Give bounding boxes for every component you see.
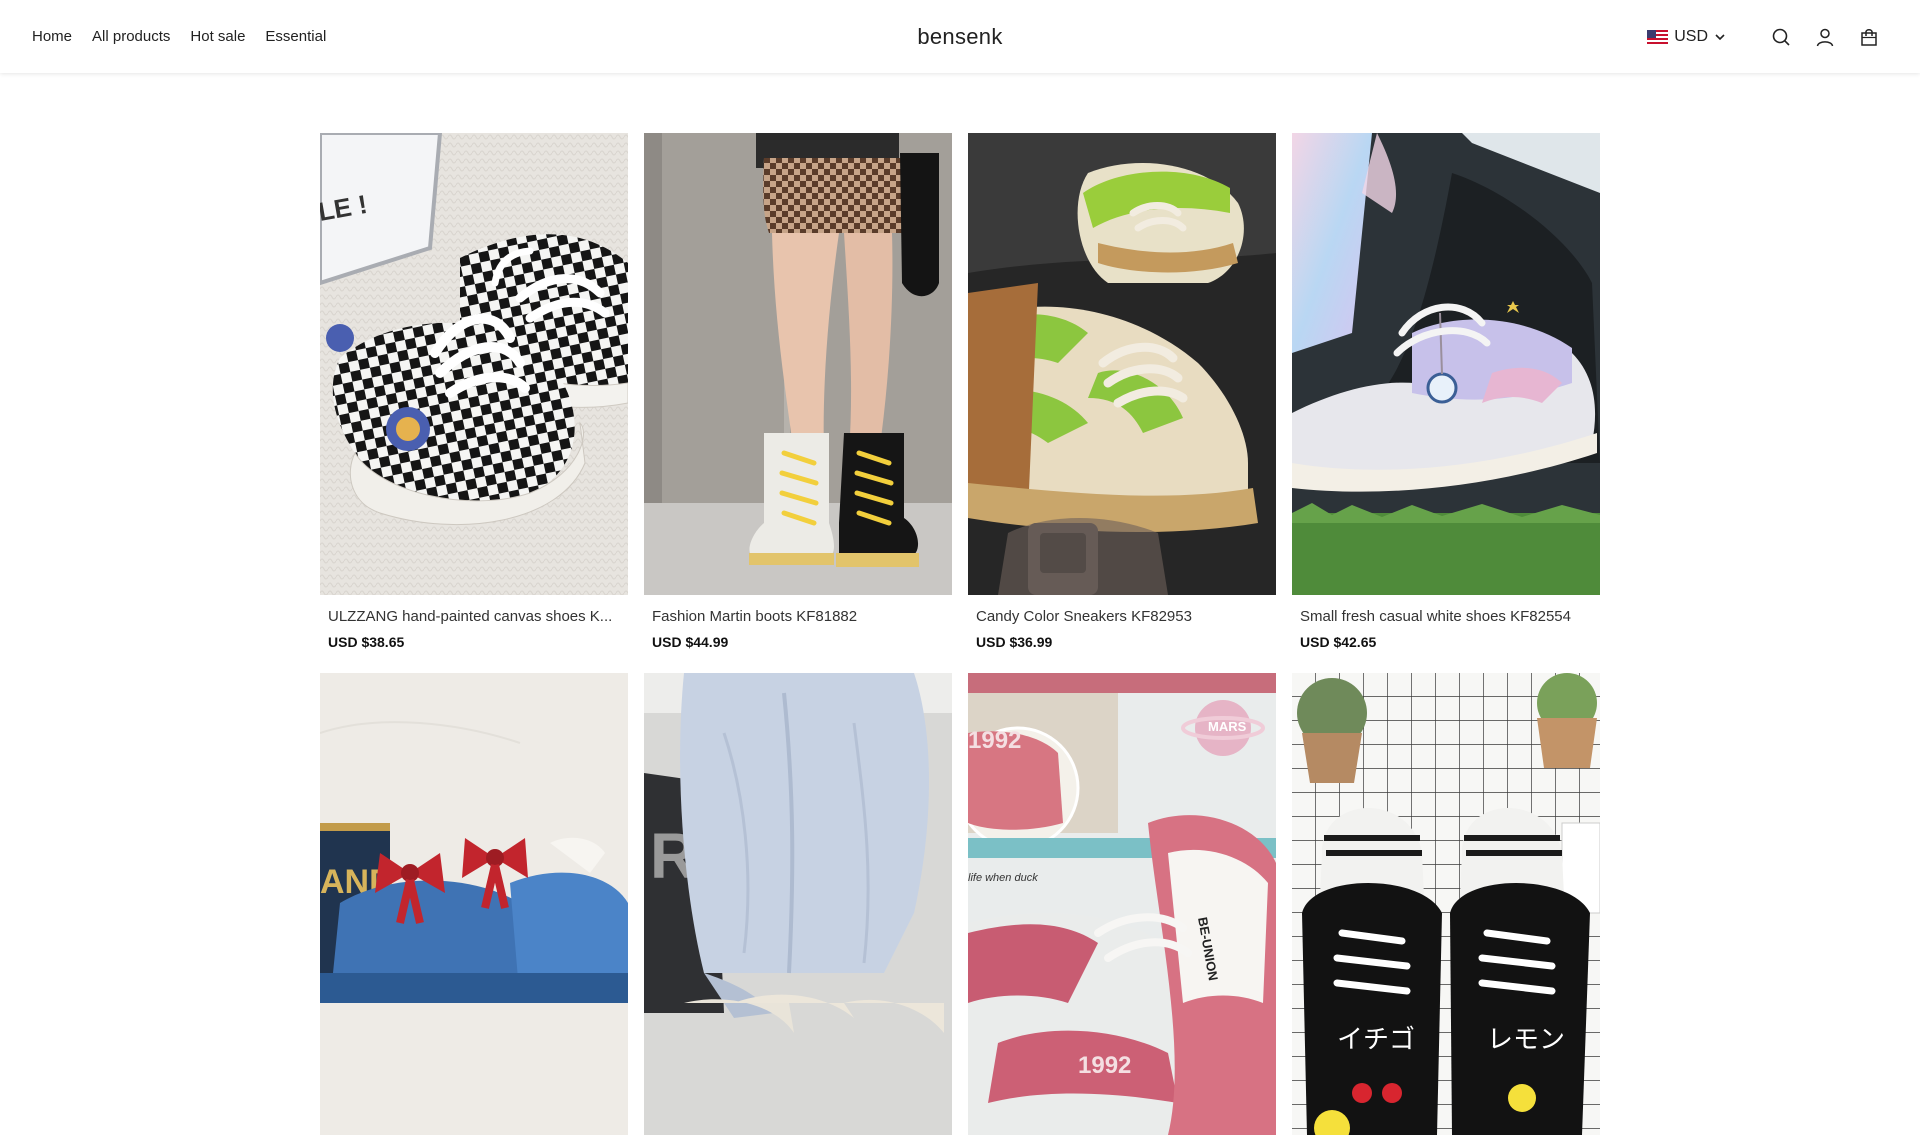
- product-price: USD $36.99: [976, 634, 1053, 650]
- main-nav: Home All products Hot sale Essential: [32, 0, 346, 73]
- product-title[interactable]: Fashion Martin boots KF81882: [652, 607, 944, 627]
- product-info: ULZZANG hand-painted canvas shoes K... U…: [320, 595, 628, 655]
- product-image[interactable]: R: [644, 673, 952, 1135]
- header-actions: USD: [1647, 0, 1880, 73]
- product-price: USD $44.99: [652, 634, 729, 650]
- product-info: Candy Color Sneakers KF82953 USD $36.99: [968, 595, 1276, 655]
- account-button[interactable]: [1814, 26, 1836, 48]
- product-card[interactable]: AND: [320, 673, 628, 1135]
- product-info: Fashion Martin boots KF81882 USD $44.99: [644, 595, 952, 655]
- sneaker-number: 1992: [968, 727, 1021, 754]
- retro-pink-sneakers-image: 1992 life when duck MARS BE-UNION 1992: [968, 673, 1276, 1135]
- nav-all-products-link[interactable]: All products: [92, 28, 170, 45]
- product-grid: LE ! ULZZANG hand-painted canvas shoes K…: [320, 133, 1600, 1135]
- product-card[interactable]: イチゴ レモン: [1292, 673, 1600, 1135]
- currency-label: USD: [1674, 27, 1708, 45]
- us-flag-icon: [1647, 29, 1669, 44]
- left-shoe-text: イチゴ: [1337, 1025, 1415, 1055]
- right-shoe-text: レモン: [1487, 1025, 1565, 1055]
- sole-number: 1992: [1078, 1052, 1131, 1079]
- nav-essential-link[interactable]: Essential: [265, 28, 326, 45]
- product-card[interactable]: LE ! ULZZANG hand-painted canvas shoes K…: [320, 133, 628, 655]
- search-icon: [1772, 28, 1790, 46]
- product-price: USD $42.65: [1300, 634, 1377, 650]
- brand-logo[interactable]: bensenk: [917, 24, 1002, 50]
- product-image[interactable]: [1292, 133, 1600, 595]
- checkered-canvas-shoes-image: LE !: [320, 133, 628, 595]
- nav-hot-sale-link[interactable]: Hot sale: [190, 28, 245, 45]
- product-title[interactable]: Candy Color Sneakers KF82953: [976, 607, 1268, 627]
- product-card[interactable]: Small fresh casual white shoes KF82554 U…: [1292, 133, 1600, 655]
- caption-text: life when duck: [968, 872, 1038, 884]
- product-image[interactable]: LE !: [320, 133, 628, 595]
- candy-color-sneakers-image: [968, 133, 1276, 595]
- account-icon: [1816, 28, 1834, 46]
- product-title[interactable]: ULZZANG hand-painted canvas shoes K...: [328, 607, 620, 627]
- product-image[interactable]: [968, 133, 1276, 595]
- product-title[interactable]: Small fresh casual white shoes KF82554: [1300, 607, 1592, 627]
- martin-boots-image: [644, 133, 952, 595]
- casual-sneakers-pants-image: R: [644, 673, 952, 1135]
- product-card[interactable]: Candy Color Sneakers KF82953 USD $36.99: [968, 133, 1276, 655]
- red-bow-shoes-image: AND: [320, 673, 628, 1135]
- chevron-down-icon: [1715, 33, 1725, 40]
- site-header: Home All products Hot sale Essential ben…: [0, 0, 1920, 73]
- product-image[interactable]: 1992 life when duck MARS BE-UNION 1992: [968, 673, 1276, 1135]
- search-button[interactable]: [1770, 26, 1792, 48]
- cart-icon: [1861, 28, 1877, 46]
- fresh-white-shoes-image: [1292, 133, 1600, 595]
- black-canvas-sneakers-image: イチゴ レモン: [1292, 673, 1600, 1135]
- currency-selector[interactable]: USD: [1647, 28, 1726, 46]
- nav-home-link[interactable]: Home: [32, 28, 72, 45]
- product-image[interactable]: AND: [320, 673, 628, 1135]
- cart-button[interactable]: [1858, 26, 1880, 48]
- product-image[interactable]: [644, 133, 952, 595]
- product-image[interactable]: イチゴ レモン: [1292, 673, 1600, 1135]
- sticker-text: MARS: [1208, 719, 1247, 734]
- product-card[interactable]: R: [644, 673, 952, 1135]
- product-info: Small fresh casual white shoes KF82554 U…: [1292, 595, 1600, 655]
- product-card[interactable]: 1992 life when duck MARS BE-UNION 1992: [968, 673, 1276, 1135]
- product-card[interactable]: Fashion Martin boots KF81882 USD $44.99: [644, 133, 952, 655]
- product-price: USD $38.65: [328, 634, 405, 650]
